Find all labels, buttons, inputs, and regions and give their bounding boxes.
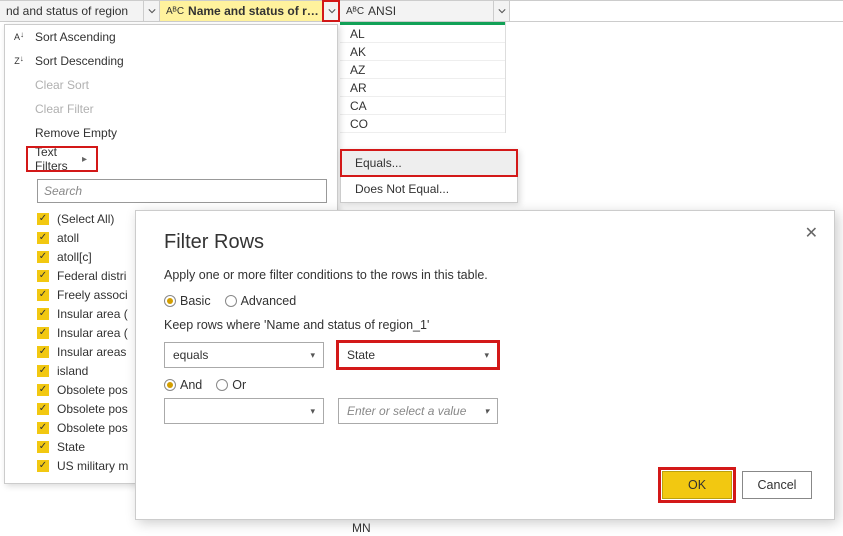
close-icon[interactable]: ✕ [805, 223, 818, 243]
filter-rows-dialog: ✕ Filter Rows Apply one or more filter c… [135, 210, 835, 520]
cell[interactable]: AK [340, 43, 505, 61]
menu-remove-empty[interactable]: Remove Empty [5, 121, 337, 145]
menu-label: Remove Empty [35, 126, 117, 140]
dialog-title: Filter Rows [164, 231, 806, 254]
checkbox-icon: ✓ [37, 251, 49, 263]
menu-clear-sort: Clear Sort [5, 73, 337, 97]
submenu-label: Does Not Equal... [355, 182, 449, 196]
column-dropdown-icon[interactable] [493, 1, 509, 21]
chevron-down-icon: ▾ [484, 406, 489, 417]
column-dropdown-icon[interactable] [143, 1, 159, 21]
ansi-column-data: AL AK AZ AR CA CO [340, 22, 506, 133]
checkbox-icon: ✓ [37, 441, 49, 453]
chevron-down-icon: ▾ [310, 406, 315, 417]
menu-label: Text Filters [35, 145, 87, 173]
checkbox-icon: ✓ [37, 403, 49, 415]
menu-label: Clear Filter [35, 102, 94, 116]
cell[interactable]: AR [340, 79, 505, 97]
radio-icon [164, 379, 176, 391]
checkbox-icon: ✓ [37, 346, 49, 358]
chevron-down-icon: ▾ [484, 350, 489, 361]
checkbox-icon: ✓ [37, 213, 49, 225]
cell[interactable]: AZ [340, 61, 505, 79]
radio-basic[interactable]: Basic [164, 294, 211, 308]
filter-search-input[interactable]: Search [37, 179, 327, 203]
cancel-button[interactable]: Cancel [742, 471, 812, 499]
sort-desc-icon: Z↓ [11, 53, 27, 69]
column-label: ANSI [368, 4, 493, 18]
radio-icon [164, 295, 176, 307]
value-select-2[interactable]: Enter or select a value ▾ [338, 398, 498, 424]
operator-select[interactable]: equals ▾ [164, 342, 324, 368]
column-dropdown-icon[interactable] [323, 1, 339, 21]
checkbox-icon: ✓ [37, 270, 49, 282]
column-headers: nd and status of region AᴮC Name and sta… [0, 0, 843, 22]
menu-label: Sort Descending [35, 54, 124, 68]
radio-advanced[interactable]: Advanced [225, 294, 297, 308]
checkbox-icon: ✓ [37, 308, 49, 320]
dialog-description: Apply one or more filter conditions to t… [164, 268, 806, 282]
column-label: nd and status of region [6, 4, 143, 18]
radio-icon [225, 295, 237, 307]
submenu-equals[interactable]: Equals... [341, 150, 517, 176]
cell[interactable]: CA [340, 97, 505, 115]
sort-asc-icon: A↓ [11, 29, 27, 45]
menu-clear-filter: Clear Filter [5, 97, 337, 121]
submenu-does-not-equal[interactable]: Does Not Equal... [341, 176, 517, 202]
dialog-buttons: OK Cancel [662, 471, 812, 499]
checkbox-icon: ✓ [37, 384, 49, 396]
checkbox-icon: ✓ [37, 327, 49, 339]
column-header-ansi[interactable]: AᴮC ANSI [340, 1, 510, 21]
operator-select-2[interactable]: ▾ [164, 398, 324, 424]
text-filters-submenu: Equals... Does Not Equal... [340, 149, 518, 203]
value-select[interactable]: State ▾ [338, 342, 498, 368]
chevron-down-icon: ▾ [310, 350, 315, 361]
radio-and[interactable]: And [164, 378, 202, 392]
checkbox-icon: ✓ [37, 422, 49, 434]
cell[interactable]: AL [340, 25, 505, 43]
column-header-region[interactable]: nd and status of region [0, 1, 160, 21]
cell: MN [340, 521, 371, 535]
menu-label: Sort Ascending [35, 30, 116, 44]
type-icon: AᴮC [346, 6, 364, 17]
menu-text-filters[interactable]: Text Filters [27, 147, 97, 171]
filter-row-1: equals ▾ State ▾ [164, 342, 806, 368]
keep-rows-label: Keep rows where 'Name and status of regi… [164, 318, 806, 332]
filter-row-2: ▾ Enter or select a value ▾ [164, 398, 806, 424]
checkbox-icon: ✓ [37, 232, 49, 244]
radio-icon [216, 379, 228, 391]
menu-sort-descending[interactable]: Z↓ Sort Descending [5, 49, 337, 73]
checkbox-icon: ✓ [37, 289, 49, 301]
menu-sort-ascending[interactable]: A↓ Sort Ascending [5, 25, 337, 49]
type-icon: AᴮC [166, 6, 184, 17]
andor-radios: And Or [164, 378, 806, 392]
search-placeholder: Search [44, 184, 82, 198]
submenu-label: Equals... [355, 156, 402, 170]
below-dialog-row: MN [340, 520, 580, 536]
cell[interactable]: CO [340, 115, 505, 133]
menu-label: Clear Sort [35, 78, 89, 92]
ok-button[interactable]: OK [662, 471, 732, 499]
checkbox-icon: ✓ [37, 460, 49, 472]
checkbox-icon: ✓ [37, 365, 49, 377]
column-header-region-1[interactable]: AᴮC Name and status of region_1 [160, 1, 340, 21]
column-label: Name and status of region_1 [188, 4, 323, 18]
mode-radios: Basic Advanced [164, 294, 806, 308]
radio-or[interactable]: Or [216, 378, 246, 392]
